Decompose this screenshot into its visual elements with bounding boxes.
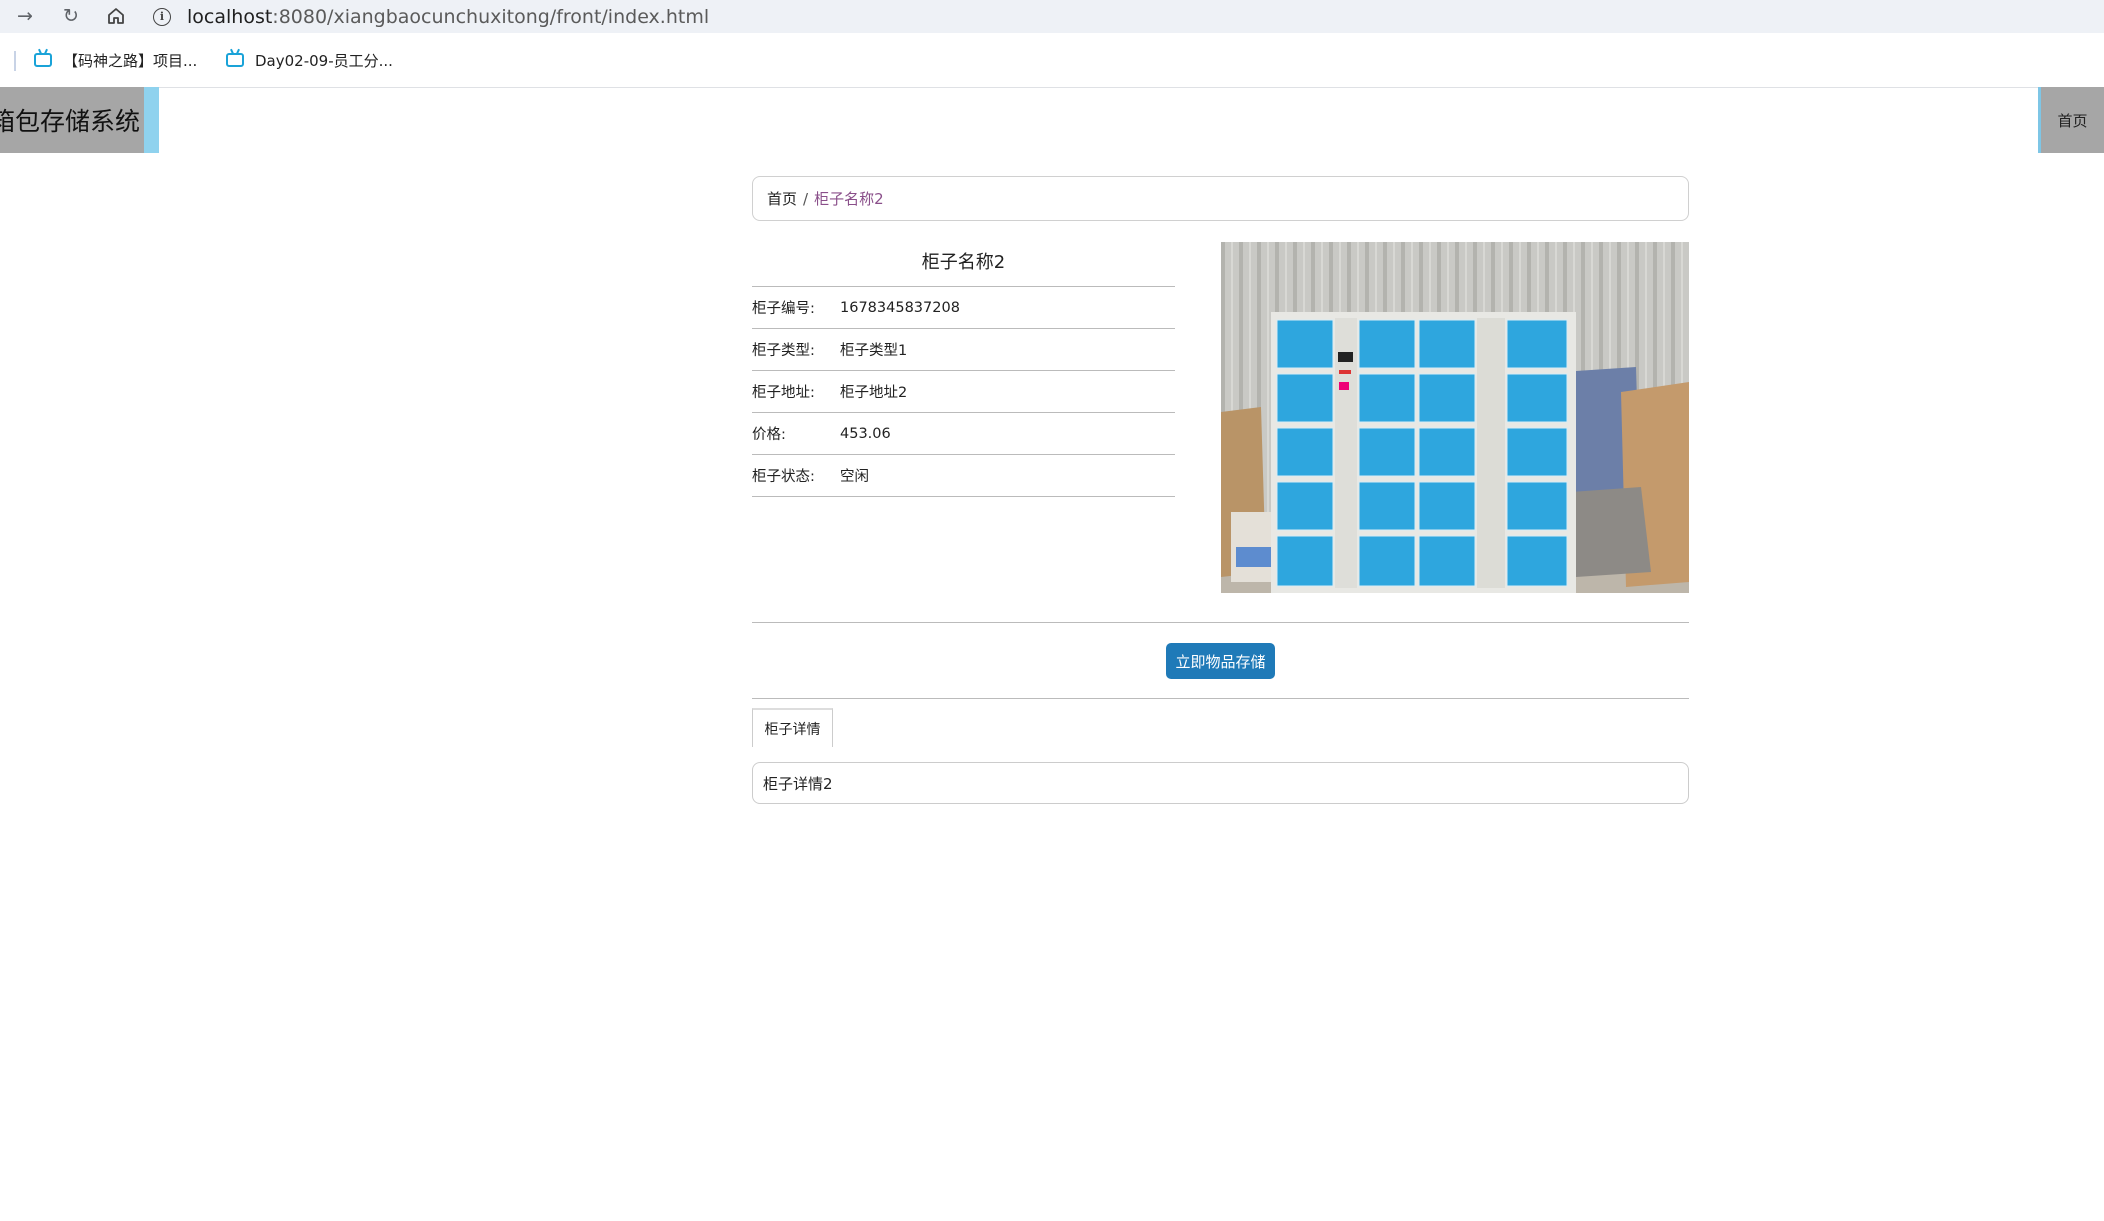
home-icon[interactable] [103, 3, 129, 29]
logo-accent-bar [144, 87, 159, 153]
bookmark-label: 【码神之路】项目... [63, 51, 198, 70]
reload-icon[interactable]: ↻ [58, 3, 84, 29]
info-row-locker-type: 柜子类型: 柜子类型1 [752, 329, 1175, 371]
info-row-locker-status: 柜子状态: 空闲 [752, 455, 1175, 497]
info-label: 柜子编号: [752, 301, 815, 317]
info-label: 柜子状态: [752, 469, 815, 485]
bilibili-icon [226, 53, 244, 67]
url-field[interactable]: i localhost:8080/xiangbaocunchuxitong/fr… [153, 2, 709, 31]
nav-home-link[interactable]: 首页 [2038, 87, 2104, 153]
info-value: 空闲 [840, 469, 869, 485]
bookmarks-divider [14, 51, 16, 71]
bookmark-item[interactable]: 【码神之路】项目... [34, 47, 197, 73]
locker-info-table: 柜子编号: 1678345837208 柜子类型: 柜子类型1 柜子地址: 柜子… [752, 286, 1175, 497]
url-path: :8080/xiangbaocunchuxitong/front/index.h… [272, 5, 710, 28]
info-row-price: 价格: 453.06 [752, 413, 1175, 455]
breadcrumb-separator: / [803, 189, 809, 208]
locker-photo [1221, 242, 1689, 593]
browser-address-bar: → ↻ i localhost:8080/xiangbaocunchuxiton… [0, 0, 2104, 33]
bilibili-icon [34, 53, 52, 67]
site-logo-text: 箱包存储系统 [0, 107, 141, 136]
breadcrumb: 首页 / 柜子名称2 [752, 176, 1689, 221]
info-value: 1678345837208 [840, 299, 960, 316]
info-label: 价格: [752, 427, 786, 443]
url-host: localhost [187, 5, 273, 28]
bookmark-item[interactable]: Day02-09-员工分... [226, 47, 393, 73]
info-row-locker-address: 柜子地址: 柜子地址2 [752, 371, 1175, 413]
nav-home-label: 首页 [2057, 111, 2088, 130]
store-item-button[interactable]: 立即物品存储 [1166, 643, 1275, 679]
site-info-icon[interactable]: i [153, 7, 171, 26]
breadcrumb-current: 柜子名称2 [814, 190, 884, 208]
info-row-locker-number: 柜子编号: 1678345837208 [752, 287, 1175, 329]
info-value: 453.06 [840, 425, 891, 442]
tab-locker-detail[interactable]: 柜子详情 [752, 708, 833, 747]
bookmark-label: Day02-09-员工分... [255, 51, 393, 70]
section-divider [752, 698, 1689, 699]
locker-title: 柜子名称2 [921, 252, 1006, 273]
info-label: 柜子类型: [752, 343, 815, 359]
bookmarks-bar: 【码神之路】项目... Day02-09-员工分... [0, 33, 2104, 88]
site-logo[interactable]: 箱包存储系统 [0, 87, 144, 153]
breadcrumb-home-link[interactable]: 首页 [767, 188, 797, 209]
section-divider [752, 622, 1689, 623]
info-label: 柜子地址: [752, 385, 815, 401]
info-value: 柜子地址2 [840, 385, 908, 401]
info-value: 柜子类型1 [840, 343, 908, 359]
forward-icon[interactable]: → [12, 3, 38, 29]
locker-detail-content: 柜子详情2 [752, 762, 1689, 804]
